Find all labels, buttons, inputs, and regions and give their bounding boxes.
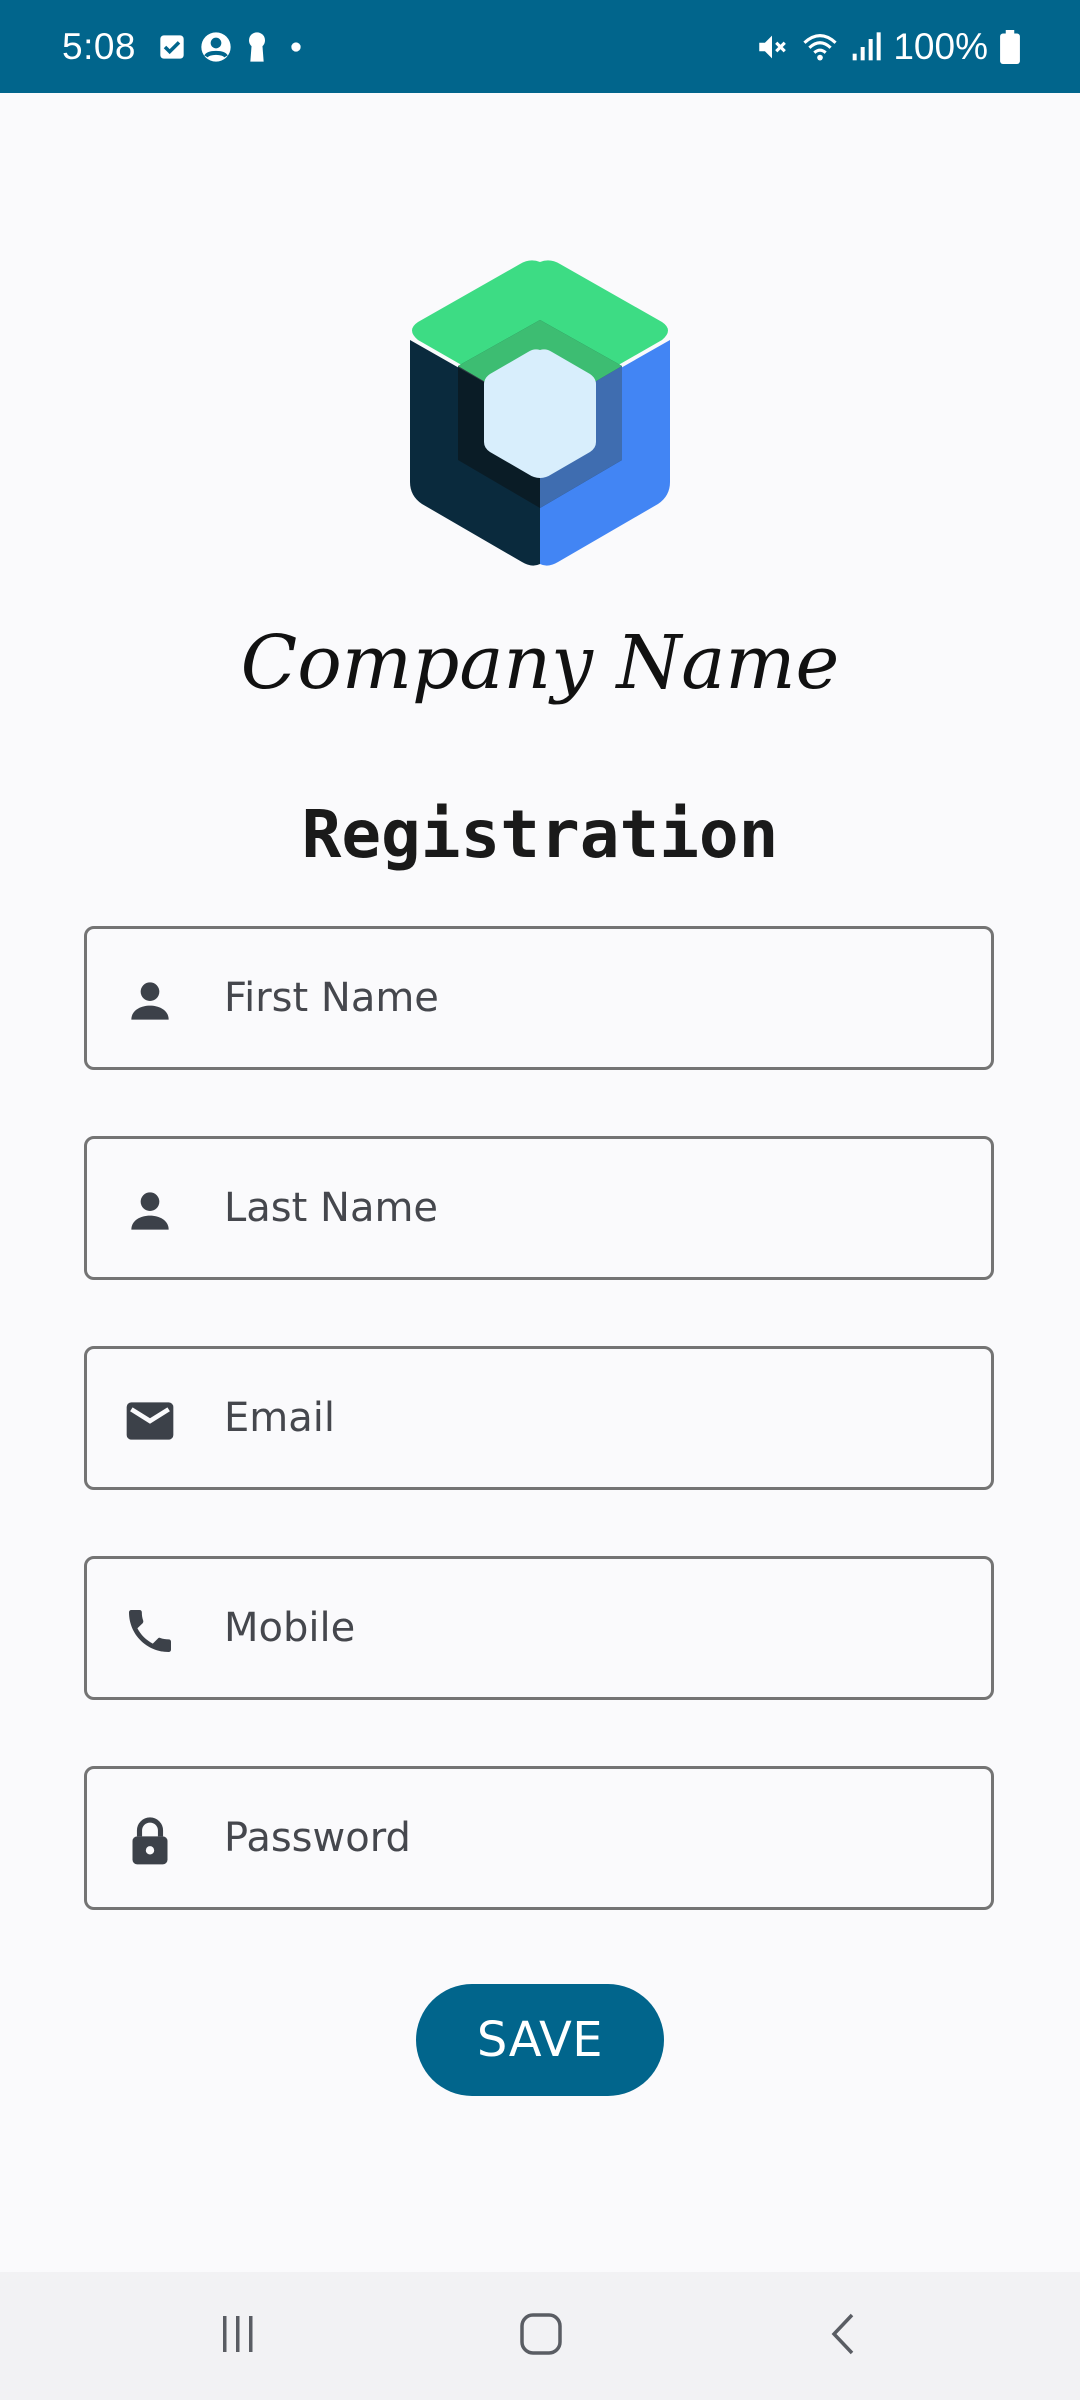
mobile-placeholder: Mobile: [224, 1605, 356, 1651]
status-time: 5:08: [62, 25, 137, 67]
recent-apps-button[interactable]: [178, 2272, 298, 2400]
status-bar: 5:08 100%: [0, 0, 1080, 93]
dot-icon: [282, 33, 310, 61]
save-button[interactable]: SAVE: [416, 1984, 664, 2096]
home-icon: [519, 2312, 563, 2360]
last-name-placeholder: Last Name: [224, 1185, 439, 1231]
password-field[interactable]: Password: [84, 1766, 994, 1910]
first-name-field[interactable]: First Name: [84, 926, 994, 1070]
mute-icon: [755, 30, 789, 64]
signal-icon: [851, 31, 882, 63]
person-icon: [122, 1183, 178, 1239]
page-title: Registration: [301, 796, 779, 873]
phone-icon: [122, 1603, 178, 1659]
email-placeholder: Email: [224, 1395, 335, 1441]
last-name-field[interactable]: Last Name: [84, 1136, 994, 1280]
battery-icon: [1000, 29, 1020, 64]
battery-percentage: 100%: [893, 25, 988, 67]
person-icon: [122, 973, 178, 1029]
email-field[interactable]: Email: [84, 1346, 994, 1490]
status-left: 5:08: [62, 0, 310, 93]
status-right: 100%: [755, 0, 1020, 93]
keyhole-icon: [246, 31, 268, 63]
mobile-field[interactable]: Mobile: [84, 1556, 994, 1700]
password-placeholder: Password: [224, 1815, 411, 1861]
company-name: Company Name: [240, 620, 840, 706]
checkbox-icon: [158, 33, 186, 61]
home-button[interactable]: [481, 2272, 601, 2400]
lock-icon: [122, 1813, 178, 1869]
company-logo: [400, 258, 680, 568]
first-name-placeholder: First Name: [224, 975, 439, 1021]
recent-apps-icon: [218, 2314, 258, 2358]
navigation-bar: [0, 2272, 1080, 2400]
account-circle-icon: [200, 31, 232, 63]
back-button[interactable]: [783, 2272, 903, 2400]
back-icon: [828, 2312, 858, 2360]
wifi-icon: [801, 30, 839, 64]
email-icon: [122, 1393, 178, 1449]
